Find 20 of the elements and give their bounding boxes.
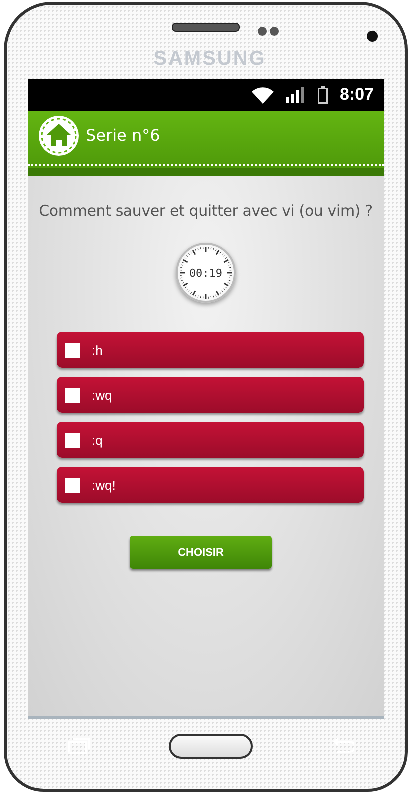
speaker-grille: [172, 23, 240, 32]
checkbox[interactable]: [65, 478, 80, 492]
wifi-icon: [252, 86, 274, 104]
checkbox[interactable]: [65, 432, 80, 448]
status-time: 8:07: [340, 85, 374, 105]
home-button[interactable]: [169, 734, 253, 758]
answer-option[interactable]: :q: [57, 422, 364, 458]
home-icon[interactable]: [38, 114, 80, 156]
camera-icon: [367, 31, 378, 42]
question-text: Comment sauver et quitter avec vi (ou vim) ?: [39, 202, 373, 220]
checkbox[interactable]: [65, 388, 80, 402]
timer-clock: 00:19: [176, 243, 236, 303]
signal-icon: [286, 87, 306, 103]
answer-option[interactable]: :wq!: [57, 467, 364, 503]
answer-option[interactable]: :wq: [57, 377, 364, 413]
checkbox[interactable]: [65, 342, 80, 358]
battery-icon: [318, 86, 328, 104]
screen-title: Serie n°6: [86, 126, 160, 145]
choose-button[interactable]: CHOISIR: [130, 536, 272, 569]
answer-option[interactable]: :h: [57, 332, 364, 368]
